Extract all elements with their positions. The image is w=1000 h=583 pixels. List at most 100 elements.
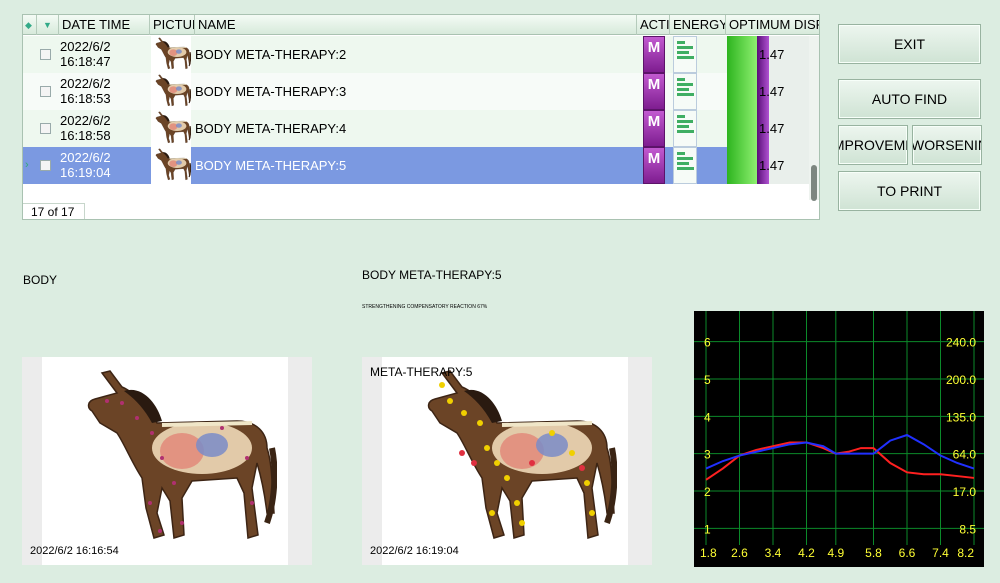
optimum-value: 1.47 — [759, 84, 785, 99]
improvement-button-label: IMPROVEMENT — [839, 137, 907, 153]
row-indicator-icon — [25, 110, 35, 147]
header-energy[interactable]: ENERGY — [670, 15, 726, 35]
row-name: BODY META-THERAPY:3 — [195, 84, 347, 99]
chart-x-tick-label: 7.4 — [932, 546, 949, 560]
table-row[interactable]: › 2022/6/2 16:19:04 BODY META-THERAPY:5 M… — [23, 147, 811, 184]
row-time: 16:18:47 — [60, 54, 111, 69]
optimum-green-bar — [727, 73, 757, 110]
row-date: 2022/6/2 — [60, 76, 111, 91]
row-indicator-icon — [25, 36, 35, 73]
auto-find-button[interactable]: AUTO FIND — [838, 79, 981, 119]
chart-left-tick-label: 3 — [704, 448, 711, 462]
improvement-button[interactable]: IMPROVEMENT — [838, 125, 908, 165]
optimum-value: 1.47 — [759, 158, 785, 173]
energy-bars-icon[interactable] — [673, 147, 697, 184]
row-thumbnail[interactable] — [151, 147, 191, 184]
chart-series-red-line — [705, 441, 975, 481]
record-count: 17 of 17 — [23, 203, 85, 219]
worsening-button-label: WORSENING — [912, 137, 981, 153]
chart-right-tick-label: 8.5 — [959, 522, 976, 536]
row-indicator-icon — [25, 73, 35, 110]
row-time: 16:19:04 — [60, 165, 111, 180]
row-datetime: 2022/6/2 16:18:53 — [60, 73, 150, 110]
table-row[interactable]: 2022/6/2 16:18:53 BODY META-THERAPY:3 M 1… — [23, 73, 811, 110]
chart-left-tick-label: 4 — [704, 410, 711, 424]
chart-x-tick-label: 5.8 — [865, 546, 882, 560]
chart-right-tick-label: 200.0 — [946, 373, 976, 387]
chart-x-tick-label: 3.4 — [765, 546, 782, 560]
chart-x-tick-label: 4.9 — [827, 546, 844, 560]
energy-bars-icon[interactable] — [673, 36, 697, 73]
chart-series-blue-line — [705, 433, 975, 470]
horse-therapy-image — [427, 370, 617, 539]
chart-right-tick-label: 135.0 — [946, 410, 976, 424]
row-checkbox[interactable] — [40, 86, 51, 97]
row-thumbnail[interactable] — [151, 110, 191, 147]
chart-right-tick-label: 64.0 — [953, 448, 977, 462]
chart-x-tick-label: 1.8 — [700, 546, 717, 560]
optimum-value: 1.47 — [759, 121, 785, 136]
activity-m-button[interactable]: M — [643, 73, 665, 110]
horse-thumbnail-icon — [155, 111, 191, 144]
optimum-green-bar — [727, 147, 757, 184]
header-picture[interactable]: PICTUR — [150, 15, 195, 35]
chart-left-tick-label: 1 — [704, 522, 711, 536]
header-indicator-icon: ◆ — [23, 15, 37, 35]
energy-bars-icon[interactable] — [673, 73, 697, 110]
header-name[interactable]: NAME — [195, 15, 637, 35]
grid-header: ◆ ▼ DATE TIME PICTUR NAME ACTIV ENERGY O… — [23, 15, 819, 35]
row-checkbox[interactable] — [40, 160, 51, 171]
grid-scrollbar-thumb[interactable] — [811, 165, 817, 201]
filter-icon[interactable]: ▼ — [37, 15, 59, 35]
chart-left-tick-label: 6 — [704, 336, 711, 350]
records-grid: ◆ ▼ DATE TIME PICTUR NAME ACTIV ENERGY O… — [22, 14, 820, 220]
row-checkbox[interactable] — [40, 123, 51, 134]
chart-x-tick-label: 6.6 — [899, 546, 916, 560]
chart-x-tick-label: 8.2 — [957, 546, 974, 560]
activity-m-button[interactable]: M — [643, 147, 665, 184]
worsening-button[interactable]: WORSENING — [912, 125, 982, 165]
left-image-panel: 2022/6/2 16:16:54 — [22, 357, 312, 565]
row-time: 16:18:53 — [60, 91, 111, 106]
row-name: BODY META-THERAPY:5 — [195, 158, 347, 173]
horse-thumbnail-icon — [155, 74, 191, 107]
horse-thumbnail-icon — [155, 37, 191, 70]
row-date: 2022/6/2 — [60, 113, 111, 128]
spectrum-chart: 6 5 4 3 2 1 240.0 200.0 135.0 64.0 17.0 8.5 1.8 2.6 3.… — [694, 311, 984, 567]
header-optimum-dispersion[interactable]: OPTIMUM DISPE — [726, 15, 819, 35]
table-row[interactable]: 2022/6/2 16:18:58 BODY META-THERAPY:4 M 1… — [23, 110, 811, 147]
header-date-time[interactable]: DATE TIME — [59, 15, 150, 35]
optimum-green-bar — [727, 36, 757, 73]
chart-left-tick-label: 5 — [704, 373, 711, 387]
row-checkbox[interactable] — [40, 49, 51, 60]
energy-bars-icon[interactable] — [673, 110, 697, 147]
exit-button[interactable]: EXIT — [838, 24, 981, 64]
left-image-timestamp: 2022/6/2 16:16:54 — [30, 545, 119, 557]
chart-left-tick-label: 2 — [704, 485, 711, 499]
row-thumbnail[interactable] — [151, 36, 191, 73]
horse-anatomy-image — [87, 370, 277, 539]
row-name: BODY META-THERAPY:4 — [195, 121, 347, 136]
right-image-timestamp: 2022/6/2 16:19:04 — [370, 545, 459, 557]
activity-m-button[interactable]: M — [643, 110, 665, 147]
row-datetime: 2022/6/2 16:19:04 — [60, 147, 150, 184]
row-thumbnail[interactable] — [151, 73, 191, 110]
row-indicator-icon: › — [25, 159, 29, 171]
chart-right-tick-label: 17.0 — [953, 485, 977, 499]
row-datetime: 2022/6/2 16:18:58 — [60, 110, 150, 147]
right-image-caption: META-THERAPY:5 — [370, 365, 473, 379]
chart-x-tick-label: 4.2 — [798, 546, 815, 560]
row-date: 2022/6/2 — [60, 39, 111, 54]
horse-thumbnail-icon — [155, 148, 191, 181]
chart-right-tick-label: 240.0 — [946, 336, 976, 350]
activity-m-button[interactable]: M — [643, 36, 665, 73]
spectrum-chart-svg: 6 5 4 3 2 1 240.0 200.0 135.0 64.0 17.0 8.5 1.8 2.6 3.… — [694, 311, 984, 560]
therapy-subtitle: STRENGTHENING COMPENSATORY REACTION 67% — [362, 304, 488, 310]
row-datetime: 2022/6/2 16:18:47 — [60, 36, 150, 73]
row-name: BODY META-THERAPY:2 — [195, 47, 347, 62]
header-activity[interactable]: ACTIV — [637, 15, 670, 35]
row-time: 16:18:58 — [60, 128, 111, 143]
therapy-title: BODY META-THERAPY:5 — [362, 268, 502, 282]
print-button[interactable]: TO PRINT — [838, 171, 981, 211]
table-row[interactable]: 2022/6/2 16:18:47 BODY META-THERAPY:2 M 1… — [23, 36, 811, 73]
